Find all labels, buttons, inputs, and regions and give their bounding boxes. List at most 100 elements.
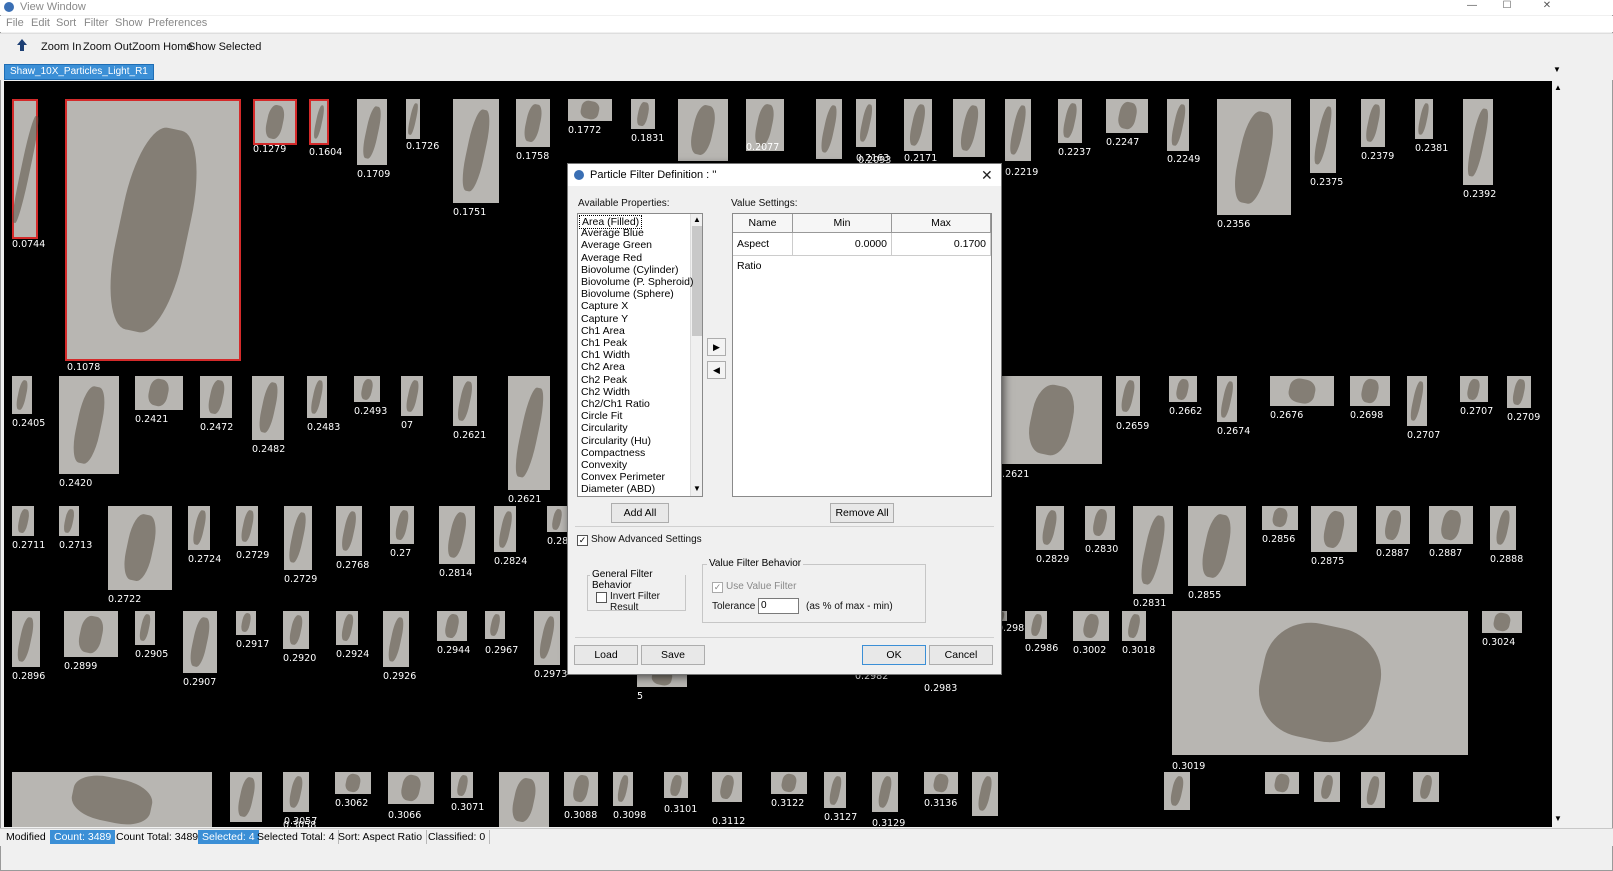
particle-thumbnail[interactable] xyxy=(1133,506,1173,594)
particle-thumbnail[interactable] xyxy=(1490,506,1516,550)
particle-thumbnail[interactable] xyxy=(516,99,550,147)
particle-thumbnail[interactable] xyxy=(1310,99,1336,173)
tolerance-input[interactable]: 0 xyxy=(758,598,799,614)
particle-thumbnail[interactable] xyxy=(564,772,598,806)
particle-thumbnail[interactable] xyxy=(613,772,633,806)
particle-thumbnail[interactable] xyxy=(183,611,217,673)
particle-thumbnail[interactable] xyxy=(1429,506,1473,544)
invert-filter-checkbox[interactable] xyxy=(596,592,607,603)
up-arrow-icon[interactable] xyxy=(17,39,27,54)
particle-thumbnail[interactable] xyxy=(1361,99,1385,147)
minimize-button[interactable]: — xyxy=(1452,0,1492,14)
particle-thumbnail[interactable] xyxy=(1314,772,1340,802)
particle-thumbnail[interactable] xyxy=(664,772,688,798)
particle-thumbnail[interactable] xyxy=(357,99,387,165)
particle-thumbnail[interactable] xyxy=(1463,99,1493,185)
particle-thumbnail[interactable] xyxy=(336,506,362,556)
particle-thumbnail[interactable] xyxy=(12,376,32,414)
add-all-button[interactable]: Add All xyxy=(611,503,669,523)
particle-thumbnail[interactable] xyxy=(1407,376,1427,426)
property-item[interactable]: Average Red xyxy=(581,252,642,264)
particle-thumbnail[interactable] xyxy=(712,772,742,802)
particle-thumbnail[interactable] xyxy=(439,506,475,564)
available-properties-list[interactable]: ▲ ▼ Area (Filled) Average Blue Average Gre… xyxy=(577,213,703,497)
particle-thumbnail[interactable] xyxy=(508,376,550,490)
particle-thumbnail[interactable] xyxy=(872,772,898,812)
particle-thumbnail[interactable] xyxy=(401,376,423,416)
particle-thumbnail[interactable] xyxy=(972,772,998,816)
particle-thumbnail[interactable] xyxy=(390,506,414,544)
use-value-filter-checkbox[interactable]: ✓ xyxy=(712,582,723,593)
particle-thumbnail[interactable] xyxy=(388,772,434,804)
property-item[interactable]: Ch2/Ch1 Ratio xyxy=(581,398,650,410)
particle-thumbnail[interactable] xyxy=(499,772,549,827)
row-name-cell[interactable]: Aspect Ratio xyxy=(733,233,793,272)
maximize-button[interactable]: ☐ xyxy=(1487,0,1527,14)
property-item[interactable]: Convexity xyxy=(581,459,627,471)
particle-thumbnail[interactable] xyxy=(1217,99,1291,215)
particle-thumbnail[interactable] xyxy=(1311,506,1357,552)
scroll-up-icon[interactable]: ▲ xyxy=(1554,83,1562,92)
particle-thumbnail[interactable] xyxy=(1262,506,1298,530)
particle-thumbnail[interactable] xyxy=(230,772,262,822)
particle-thumbnail[interactable] xyxy=(1217,376,1237,422)
property-item[interactable]: Ch2 Peak xyxy=(581,374,627,386)
particle-thumbnail[interactable] xyxy=(678,99,728,161)
gallery-scrollbar[interactable]: ▲ ▼ xyxy=(1552,81,1564,827)
menu-filter[interactable]: Filter xyxy=(84,17,108,29)
particle-thumbnail[interactable] xyxy=(284,506,312,570)
row-max-cell[interactable]: 0.1700 xyxy=(892,233,991,256)
particle-thumbnail[interactable] xyxy=(1376,506,1410,544)
particle-thumbnail[interactable] xyxy=(631,99,655,129)
property-item[interactable]: Ch2 Area xyxy=(581,361,625,373)
particle-thumbnail[interactable] xyxy=(1169,376,1197,402)
particle-thumbnail[interactable] xyxy=(335,772,371,794)
value-settings-table[interactable]: Name Min Max Aspect Ratio 0.0000 0.1700 xyxy=(732,213,992,497)
property-item[interactable]: Ch1 Peak xyxy=(581,337,627,349)
particle-thumbnail[interactable] xyxy=(236,506,258,546)
particle-thumbnail[interactable] xyxy=(309,99,329,145)
particle-thumbnail[interactable] xyxy=(453,99,499,203)
remove-property-button[interactable]: ◀ xyxy=(707,361,726,379)
col-header-name[interactable]: Name xyxy=(733,214,793,233)
particle-thumbnail[interactable] xyxy=(816,99,842,159)
property-item[interactable]: Average Blue xyxy=(581,227,644,239)
zoom-home-button[interactable]: Zoom Home xyxy=(132,41,193,53)
particle-thumbnail[interactable] xyxy=(200,376,232,418)
add-property-button[interactable]: ▶ xyxy=(707,338,726,356)
particle-thumbnail[interactable] xyxy=(135,376,183,410)
particle-thumbnail[interactable] xyxy=(1005,99,1031,161)
property-item[interactable]: Biovolume (Sphere) xyxy=(581,288,674,300)
properties-scrollbar[interactable]: ▲ ▼ xyxy=(690,214,702,496)
particle-thumbnail[interactable] xyxy=(1482,611,1522,633)
particle-thumbnail[interactable] xyxy=(252,376,284,440)
particle-thumbnail[interactable] xyxy=(283,772,309,812)
particle-thumbnail[interactable] xyxy=(336,611,358,645)
particle-thumbnail[interactable] xyxy=(1085,506,1115,540)
particle-thumbnail[interactable] xyxy=(547,506,567,532)
property-item[interactable]: Circularity xyxy=(581,422,628,434)
particle-thumbnail[interactable] xyxy=(1000,376,1102,464)
particle-thumbnail[interactable] xyxy=(1188,506,1246,586)
list-scroll-up-icon[interactable]: ▲ xyxy=(693,215,701,224)
particle-thumbnail[interactable] xyxy=(383,611,409,667)
list-scroll-down-icon[interactable]: ▼ xyxy=(693,484,701,493)
row-min-cell[interactable]: 0.0000 xyxy=(793,233,892,256)
particle-thumbnail[interactable] xyxy=(1172,611,1468,755)
particle-thumbnail[interactable] xyxy=(236,611,256,635)
property-item[interactable]: Capture Y xyxy=(581,313,628,325)
particle-thumbnail[interactable] xyxy=(1122,611,1146,641)
property-item[interactable]: Diameter (ABD) xyxy=(581,483,655,495)
particle-thumbnail[interactable] xyxy=(453,376,477,426)
cancel-button[interactable]: Cancel xyxy=(929,645,993,665)
load-button[interactable]: Load xyxy=(574,645,638,665)
particle-thumbnail[interactable] xyxy=(771,772,807,794)
particle-thumbnail[interactable] xyxy=(1507,376,1531,408)
particle-thumbnail[interactable] xyxy=(59,376,119,474)
menu-preferences[interactable]: Preferences xyxy=(148,17,207,29)
close-button[interactable]: ✕ xyxy=(1527,0,1567,14)
particle-thumbnail[interactable] xyxy=(108,506,172,590)
particle-thumbnail[interactable] xyxy=(1116,376,1140,416)
particle-thumbnail[interactable] xyxy=(1413,772,1439,802)
particle-thumbnail[interactable] xyxy=(534,611,560,665)
